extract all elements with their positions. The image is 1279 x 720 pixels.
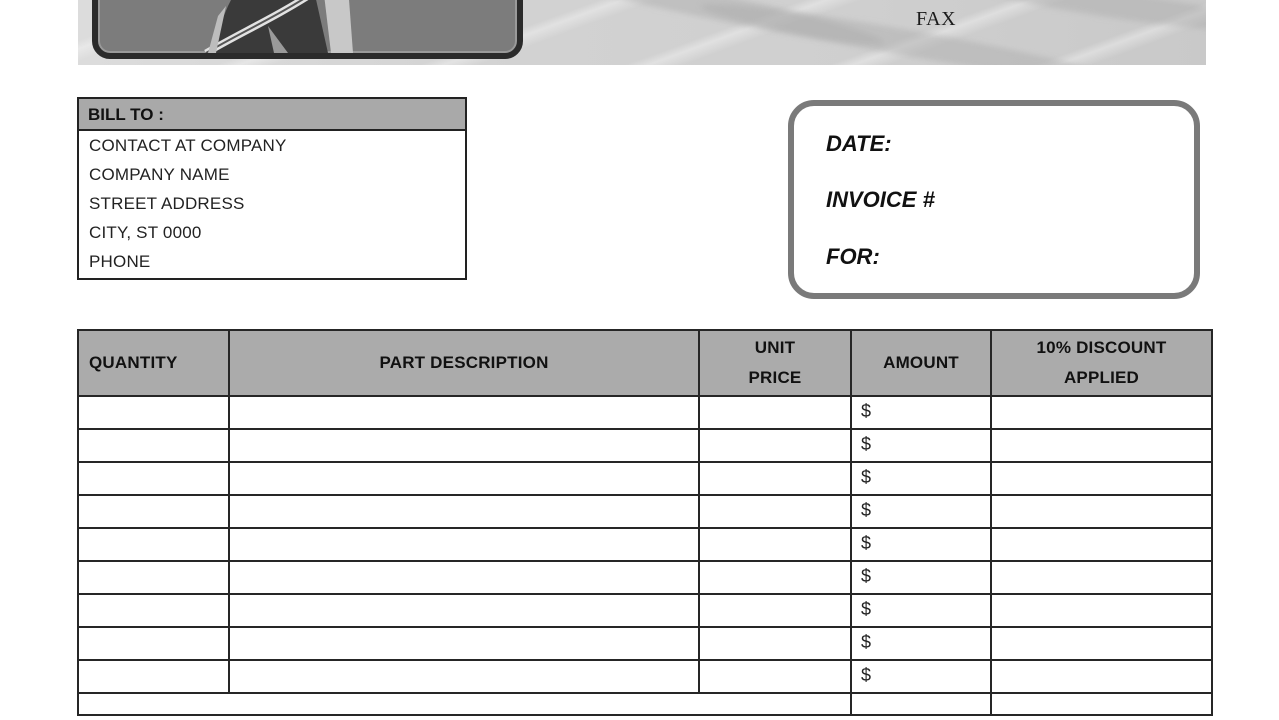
discount-cell[interactable]	[990, 461, 1213, 496]
bill-to-street[interactable]: STREET ADDRESS	[79, 189, 465, 218]
invoice-info-box: DATE: INVOICE # FOR:	[788, 100, 1200, 299]
quantity-cell[interactable]	[77, 494, 230, 529]
table-header-row: QUANTITY PART DESCRIPTION UNIT PRICE AMO…	[77, 329, 1213, 397]
table-row: $	[77, 494, 1213, 529]
column-header-amount: AMOUNT	[850, 329, 992, 397]
description-cell[interactable]	[228, 428, 700, 463]
column-header-discount-line1: 10% DISCOUNT	[1036, 338, 1167, 357]
amount-cell[interactable]: $	[850, 626, 992, 661]
quantity-cell[interactable]	[77, 626, 230, 661]
bill-to-company[interactable]: COMPANY NAME	[79, 160, 465, 189]
description-cell[interactable]	[228, 659, 700, 694]
discount-cell[interactable]	[990, 659, 1213, 694]
column-header-unit-price-line1: UNIT	[754, 338, 796, 357]
discount-cell[interactable]	[990, 593, 1213, 628]
bill-to-contact[interactable]: CONTACT AT COMPANY	[79, 131, 465, 160]
company-logo	[92, 0, 523, 59]
description-cell[interactable]	[228, 494, 700, 529]
quantity-cell[interactable]	[77, 659, 230, 694]
discount-cell[interactable]	[990, 428, 1213, 463]
column-header-discount: 10% DISCOUNT APPLIED	[990, 329, 1213, 397]
totals-amount-cell[interactable]	[850, 692, 992, 716]
description-cell[interactable]	[228, 593, 700, 628]
bill-to-box: BILL TO : CONTACT AT COMPANY COMPANY NAM…	[77, 97, 467, 280]
unit-price-cell[interactable]	[698, 659, 852, 694]
column-header-quantity: QUANTITY	[77, 329, 230, 397]
table-row: $	[77, 428, 1213, 463]
amount-cell[interactable]: $	[850, 593, 992, 628]
discount-cell[interactable]	[990, 494, 1213, 529]
invoice-number-label: INVOICE #	[826, 187, 935, 212]
amount-cell[interactable]: $	[850, 428, 992, 463]
table-row: $	[77, 659, 1213, 694]
unit-price-cell[interactable]	[698, 395, 852, 430]
amount-cell[interactable]: $	[850, 560, 992, 595]
quantity-cell[interactable]	[77, 527, 230, 562]
unit-price-cell[interactable]	[698, 626, 852, 661]
unit-price-cell[interactable]	[698, 527, 852, 562]
discount-cell[interactable]	[990, 626, 1213, 661]
logo-artwork-icon	[204, 0, 353, 53]
table-row: $	[77, 560, 1213, 595]
column-header-part-description: PART DESCRIPTION	[228, 329, 700, 397]
for-label: FOR:	[826, 244, 880, 269]
description-cell[interactable]	[228, 461, 700, 496]
unit-price-cell[interactable]	[698, 560, 852, 595]
quantity-cell[interactable]	[77, 428, 230, 463]
amount-cell[interactable]: $	[850, 527, 992, 562]
unit-price-cell[interactable]	[698, 461, 852, 496]
totals-discount-cell[interactable]	[990, 692, 1213, 716]
unit-price-cell[interactable]	[698, 494, 852, 529]
unit-price-cell[interactable]	[698, 428, 852, 463]
date-label: DATE:	[826, 131, 892, 156]
discount-cell[interactable]	[990, 395, 1213, 430]
table-row: $	[77, 626, 1213, 661]
column-header-unit-price: UNIT PRICE	[698, 329, 852, 397]
description-cell[interactable]	[228, 527, 700, 562]
amount-cell[interactable]: $	[850, 461, 992, 496]
fax-label: FAX	[915, 8, 957, 30]
quantity-cell[interactable]	[77, 593, 230, 628]
table-row: $	[77, 527, 1213, 562]
discount-cell[interactable]	[990, 527, 1213, 562]
column-header-discount-line2: APPLIED	[1063, 368, 1140, 387]
unit-price-cell[interactable]	[698, 593, 852, 628]
description-cell[interactable]	[228, 626, 700, 661]
table-body: $ $ $ $ $ $ $ $ $	[77, 395, 1213, 716]
quantity-cell[interactable]	[77, 560, 230, 595]
table-row: $	[77, 593, 1213, 628]
table-row: $	[77, 395, 1213, 430]
header-decoration	[977, 0, 1206, 41]
quantity-cell[interactable]	[77, 395, 230, 430]
totals-row	[77, 692, 1213, 716]
quantity-cell[interactable]	[77, 461, 230, 496]
amount-cell[interactable]: $	[850, 659, 992, 694]
amount-cell[interactable]: $	[850, 395, 992, 430]
description-cell[interactable]	[228, 395, 700, 430]
column-header-unit-price-line2: PRICE	[748, 368, 802, 387]
bill-to-city[interactable]: CITY, ST 0000	[79, 218, 465, 247]
discount-cell[interactable]	[990, 560, 1213, 595]
totals-label-cell	[77, 692, 851, 716]
amount-cell[interactable]: $	[850, 494, 992, 529]
description-cell[interactable]	[228, 560, 700, 595]
bill-to-heading: BILL TO :	[79, 99, 465, 131]
line-items-table: QUANTITY PART DESCRIPTION UNIT PRICE AMO…	[77, 329, 1213, 716]
bill-to-phone[interactable]: PHONE	[79, 247, 465, 276]
table-row: $	[77, 461, 1213, 496]
